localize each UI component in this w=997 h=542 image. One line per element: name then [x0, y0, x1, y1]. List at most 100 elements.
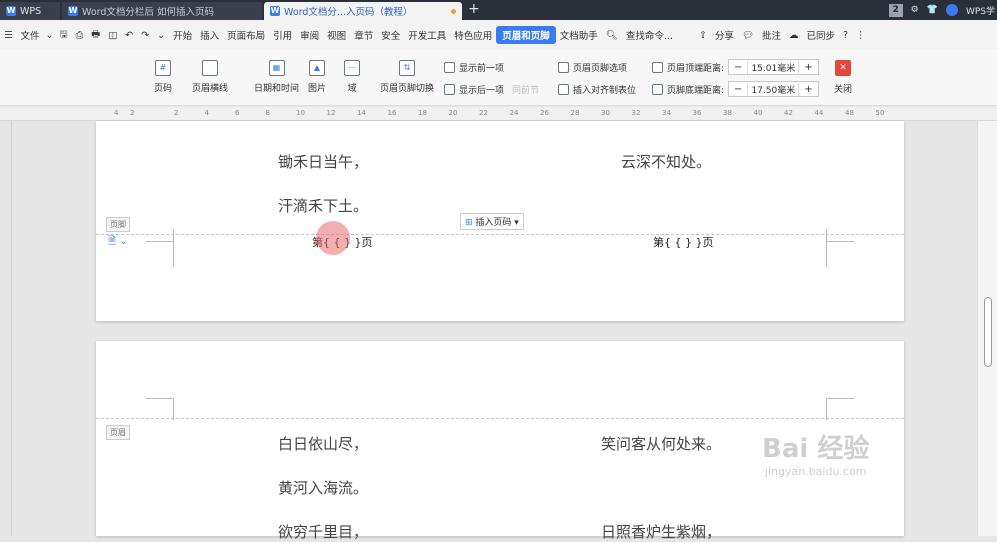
ruler-tick-label: 20	[448, 109, 458, 117]
header-top-distance: 页眉顶端距离: −15.01毫米 +	[652, 59, 819, 75]
header-top-stepper[interactable]: −15.01毫米 +	[728, 59, 819, 75]
wps-account-label[interactable]: WPS学	[966, 4, 995, 17]
close-header-footer-button[interactable]: ✕ 关闭	[834, 60, 852, 95]
menu-page-layout[interactable]: 页面布局	[223, 28, 269, 42]
menu-review[interactable]: 审阅	[296, 28, 323, 42]
footer-bottom-plus[interactable]: +	[799, 84, 817, 95]
header-top-minus[interactable]: −	[729, 62, 747, 73]
verse-line[interactable]: 黄河入海流。	[278, 477, 368, 498]
horizontal-ruler[interactable]: 4 2 2 4 6 8 10 12 14 16 18 20 22 24 26 28 30 32 34 36 38 40 42…	[0, 107, 997, 121]
wps-logo-icon: W	[6, 6, 16, 16]
verse-line[interactable]: 汗滴禾下土。	[278, 195, 368, 216]
page-number-icon: #	[155, 60, 171, 76]
new-tab-icon[interactable]: +	[468, 1, 480, 17]
chevron-down-icon: ▾	[511, 218, 519, 228]
show-next-label: 显示后一项	[459, 86, 505, 96]
menu-developer[interactable]: 开发工具	[404, 28, 450, 42]
save-icon[interactable]: 🖫	[56, 27, 72, 43]
menu-header-footer[interactable]: 页眉和页脚	[496, 26, 556, 44]
calendar-icon: ▦	[268, 60, 285, 76]
menu-security[interactable]: 安全	[377, 28, 404, 42]
help-icon[interactable]: ?	[839, 30, 852, 41]
wps-account-icon[interactable]	[945, 4, 958, 16]
undo-icon[interactable]: ↶	[121, 30, 137, 41]
wps-home-tab[interactable]: W WPS	[0, 2, 60, 20]
show-previous-icon	[444, 62, 455, 73]
datetime-label: 日期和时间	[254, 84, 300, 94]
ruler-tick-label: 42	[784, 109, 793, 117]
ruler-tick-label: 40	[753, 109, 763, 117]
menu-insert[interactable]: 插入	[196, 28, 223, 42]
watermark-url: jingyan.baidu.com	[764, 465, 867, 478]
output-icon[interactable]: ⎙	[72, 30, 88, 41]
verse-line[interactable]: 白日依山尽，	[278, 433, 368, 454]
chevron-down-icon[interactable]: ⌄	[44, 30, 56, 41]
footer-bottom-minus[interactable]: −	[729, 84, 747, 95]
more-icon[interactable]: ⋮	[852, 30, 870, 41]
menu-special[interactable]: 特色应用	[450, 28, 496, 42]
annotate-icon[interactable]: 💬︎	[738, 30, 758, 41]
sync-icon[interactable]: ☁	[785, 30, 803, 41]
margin-mark	[826, 398, 827, 420]
menu-file[interactable]: 文件	[17, 28, 44, 42]
show-next-button[interactable]: 显示后一项	[444, 83, 504, 96]
search-icon[interactable]: 🔍︎	[602, 30, 622, 41]
hamburger-icon[interactable]: ☰	[0, 30, 17, 41]
skin-icon[interactable]: 👕	[927, 5, 938, 15]
field-button[interactable]: ⋯ 域	[344, 60, 360, 94]
margin-mark	[146, 241, 174, 242]
vertical-scrollbar[interactable]	[984, 297, 992, 367]
show-previous-label: 显示前一项	[459, 64, 505, 74]
menu-section[interactable]: 章节	[350, 28, 377, 42]
verse-line[interactable]: 笑问客从何处来。	[601, 433, 721, 454]
quick-access-more-icon[interactable]: ⌄	[153, 30, 169, 41]
verse-line[interactable]: 欲穷千里目，	[278, 521, 368, 542]
header-line-button[interactable]: 页眉横线	[192, 60, 228, 94]
switch-label: 页眉页脚切换	[380, 84, 435, 94]
share-button[interactable]: 分享	[711, 28, 738, 42]
header-top-value[interactable]: 15.01毫米	[747, 60, 800, 74]
verse-line[interactable]: 日照香炉生紫烟，	[601, 521, 721, 542]
header-footer-switch-button[interactable]: ⇅ 页眉页脚切换	[380, 60, 434, 94]
ruler-tick-label: 36	[692, 109, 702, 117]
ruler-tick-label: 50	[875, 109, 885, 117]
picture-button[interactable]: ▲ 图片	[308, 60, 326, 94]
redo-icon[interactable]: ↷	[137, 30, 153, 41]
menu-home[interactable]: 开始	[169, 28, 196, 42]
margin-mark	[826, 241, 854, 242]
menu-doc-assistant[interactable]: 文档助手	[556, 28, 602, 42]
footer-page-field-right[interactable]: 第{ { } }页	[653, 234, 713, 250]
insert-page-number-label: 插入页码	[475, 218, 512, 228]
print-icon[interactable]: 🖶	[87, 27, 104, 43]
print-preview-icon[interactable]: ◫	[104, 30, 121, 41]
show-previous-button[interactable]: 显示前一项	[444, 61, 504, 74]
footer-options-icon[interactable]: 🗎 ⌄	[108, 234, 128, 251]
same-as-previous-button[interactable]: 同前节	[512, 83, 539, 96]
annotate-button[interactable]: 批注	[758, 28, 785, 42]
verse-line[interactable]: 锄禾日当午，	[278, 151, 368, 172]
ruler-tick-label: 14	[357, 109, 366, 117]
document-tab-2-active[interactable]: W Word文档分...入页码（教程）	[264, 2, 462, 20]
menu-view[interactable]: 视图	[323, 28, 350, 42]
insert-page-number-button[interactable]: ⊞ 插入页码 ▾	[460, 213, 524, 230]
header-label: 页眉	[106, 425, 130, 440]
header-top-plus[interactable]: +	[799, 62, 817, 73]
search-command[interactable]: 查找命令...	[622, 28, 677, 42]
hf-options-button[interactable]: 页眉页脚选项	[558, 61, 627, 74]
title-bar: W WPS W Word文档分栏后 如何插入页码 W Word文档分...入页码（教程…	[0, 0, 997, 20]
menu-bar: ☰ 文件 ⌄ 🖫 ⎙ 🖶 ◫ ↶ ↷ ⌄ 开始 插入 页面布局 引用 审阅 视图…	[0, 20, 997, 50]
footer-bottom-stepper[interactable]: −17.50毫米 +	[728, 81, 819, 97]
document-tab-1[interactable]: W Word文档分栏后 如何插入页码	[62, 2, 262, 20]
datetime-button[interactable]: ▦ 日期和时间	[254, 60, 299, 94]
settings-icon[interactable]: ⚙	[911, 5, 919, 15]
insert-align-tab-button[interactable]: 插入对齐制表位	[558, 83, 636, 96]
ruler-tick-label: 10	[296, 109, 305, 117]
page-count-badge[interactable]: 2	[888, 3, 903, 17]
page-number-button[interactable]: # 页码	[154, 60, 172, 94]
sync-status[interactable]: 已同步	[802, 28, 839, 42]
ruler-tick-label: 6	[235, 109, 240, 117]
verse-line[interactable]: 云深不知处。	[621, 151, 711, 172]
footer-bottom-value[interactable]: 17.50毫米	[747, 82, 800, 96]
share-icon[interactable]: ⇪	[695, 30, 711, 41]
menu-references[interactable]: 引用	[269, 28, 296, 42]
